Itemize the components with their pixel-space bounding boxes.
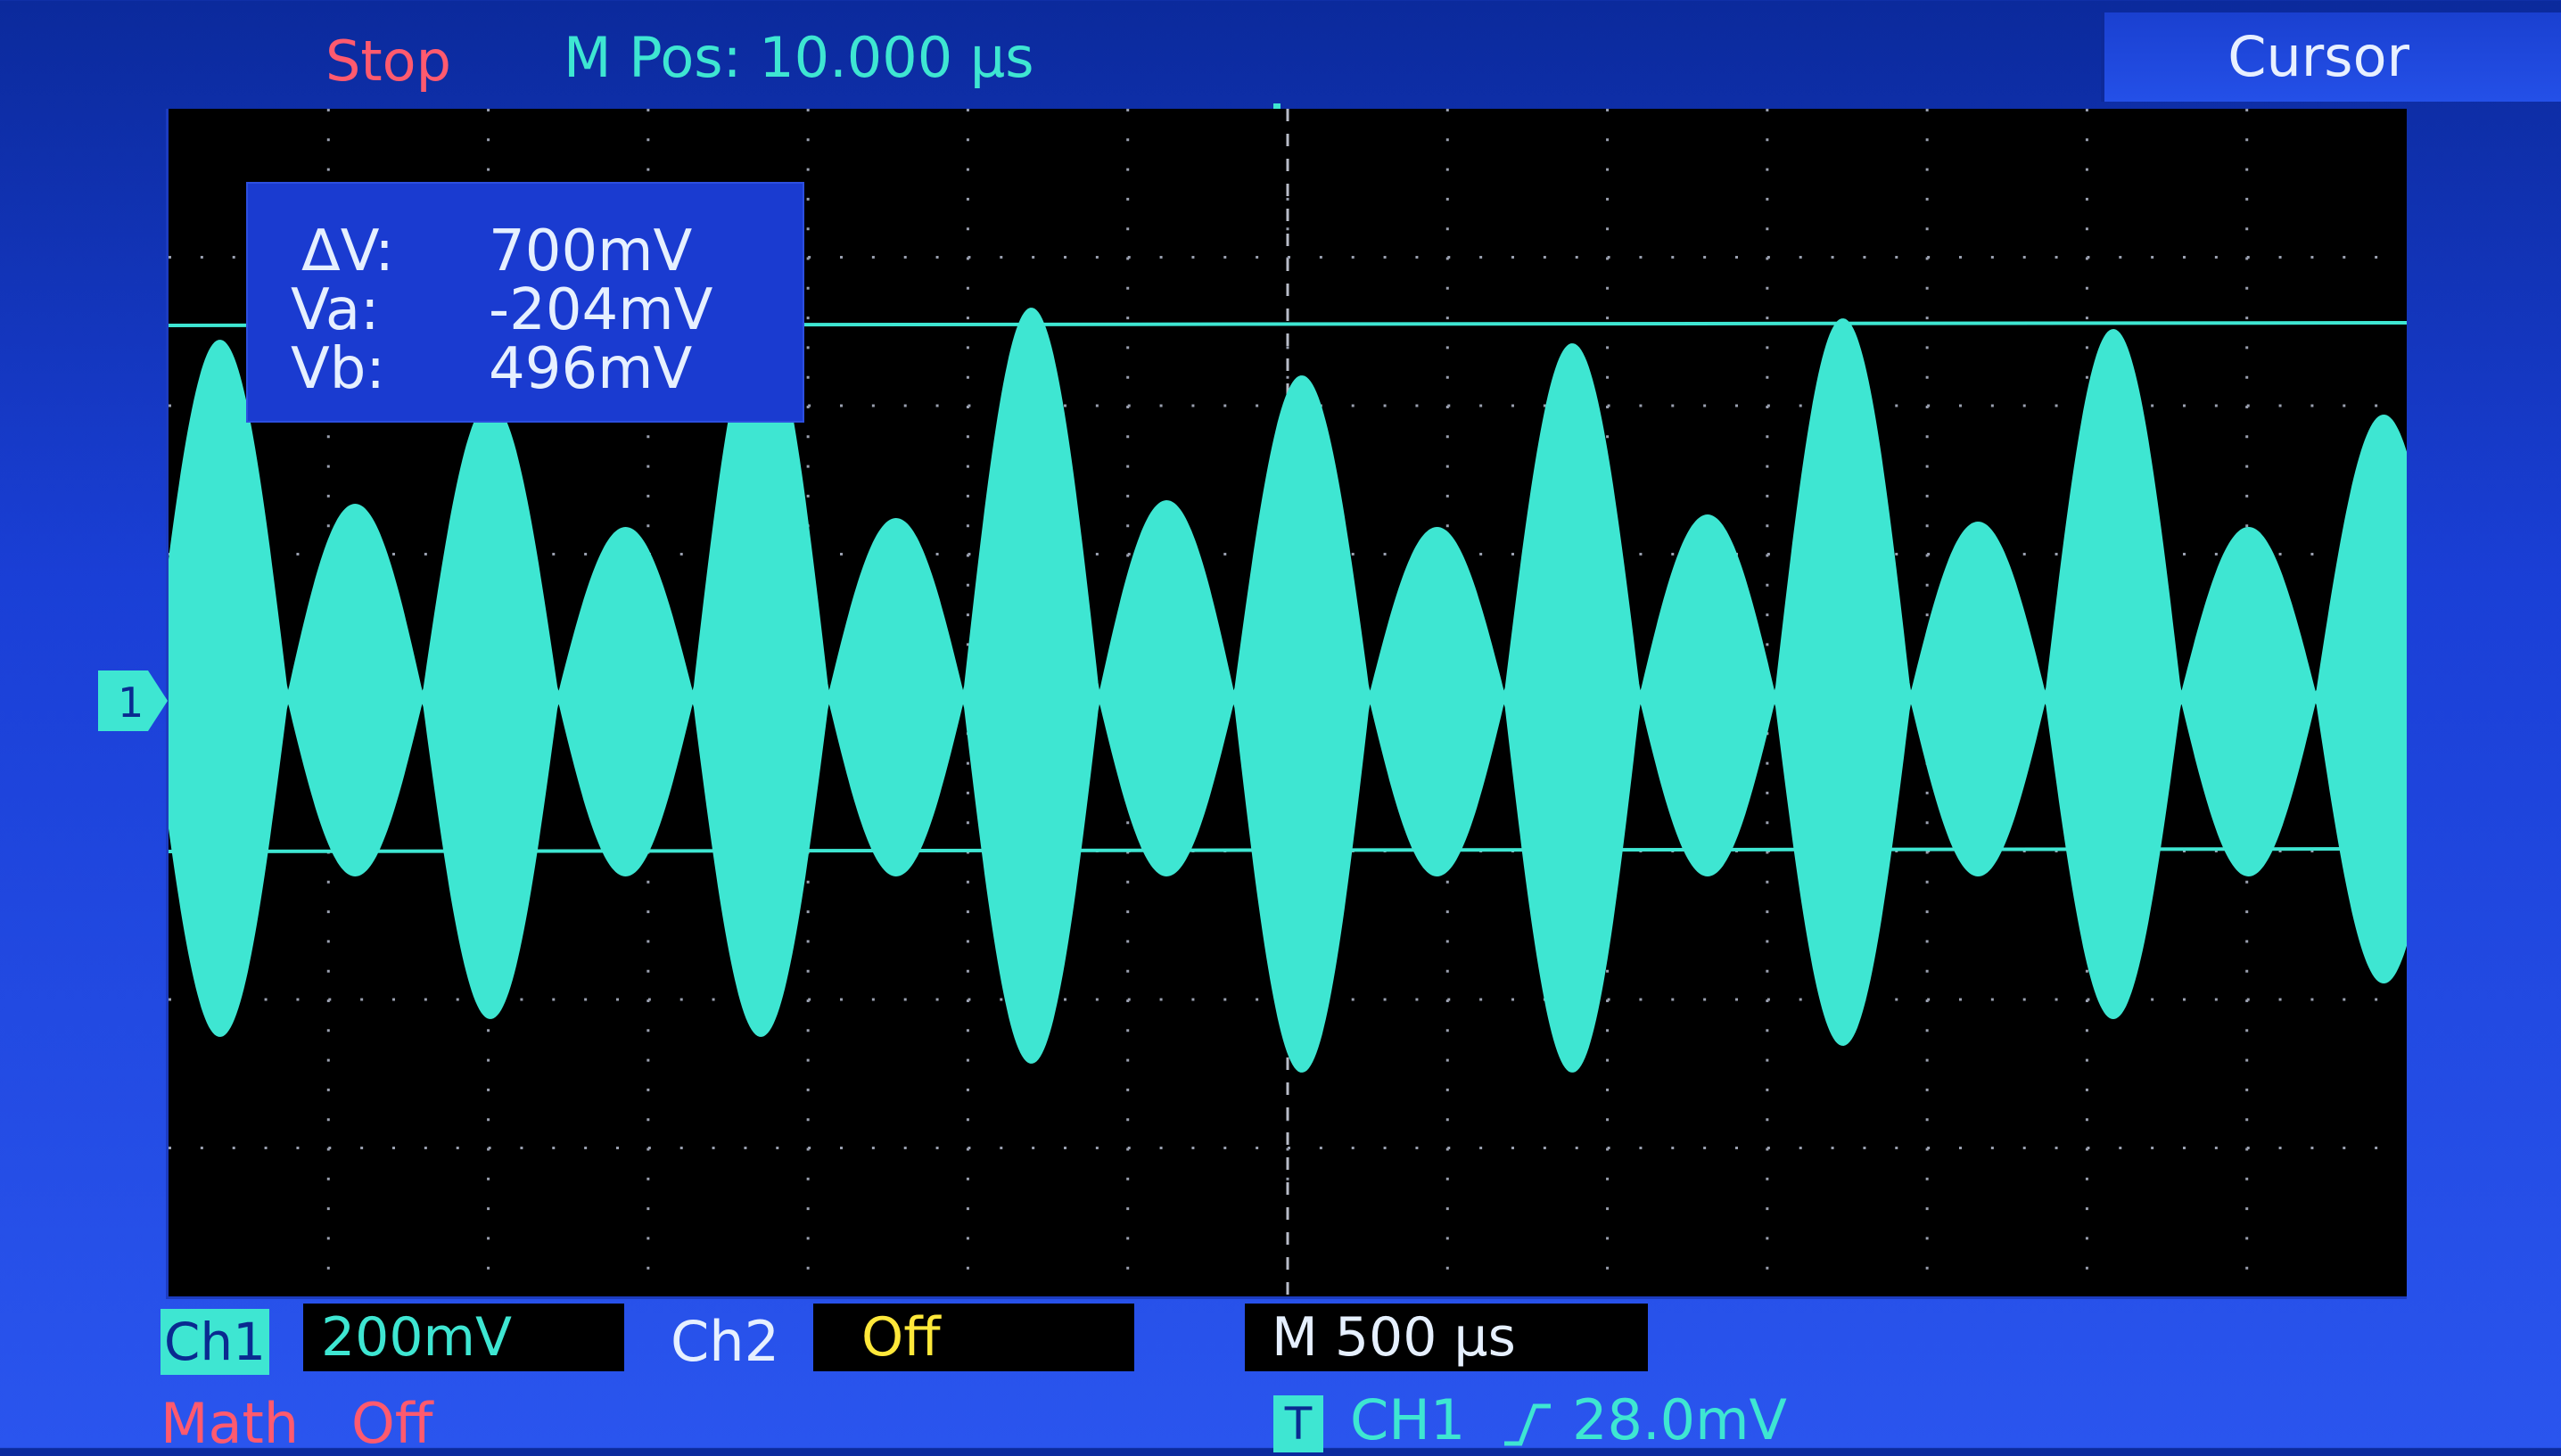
va-label: Va: — [291, 277, 380, 343]
trigger-icon: T — [1273, 1394, 1323, 1452]
ch1-scale: 200mV — [303, 1304, 624, 1371]
readout-row-delta: ΔV: 700mV — [248, 221, 803, 282]
ch2-label[interactable]: Ch2 — [671, 1309, 779, 1374]
menu-tab-cursor[interactable]: Cursor — [2101, 12, 2561, 102]
timebase: M 500 µs — [1245, 1304, 1648, 1371]
trigger-level: 28.0mV — [1572, 1387, 1787, 1452]
ch1-marker-label: 1 — [118, 679, 144, 727]
ch1-tag[interactable]: Ch1 — [161, 1309, 269, 1375]
readout-row-va: Va: -204mV — [248, 280, 803, 341]
trigger-source: CH1 — [1350, 1387, 1466, 1452]
ch2-scale: Off — [813, 1304, 1134, 1371]
vb-value: 496mV — [489, 336, 693, 402]
horizontal-position: M Pos: 10.000 µs — [564, 25, 1034, 90]
ch1-ground-marker[interactable]: 1 — [98, 670, 168, 731]
delta-v-value: 700mV — [489, 218, 693, 284]
vb-label: Vb: — [291, 336, 385, 402]
math-state: Off — [351, 1391, 433, 1456]
rising-edge-icon — [1504, 1403, 1552, 1446]
va-value: -204mV — [489, 277, 713, 343]
cursor-readout-panel: ΔV: 700mV Va: -204mV Vb: 496mV — [246, 182, 804, 423]
trigger-info: T CH1 28.0mV — [1273, 1387, 1787, 1452]
run-status: Stop — [325, 29, 451, 94]
readout-row-vb: Vb: 496mV — [248, 339, 803, 399]
top-status-bar: Stop M Pos: 10.000 µs Cursor — [0, 0, 2561, 107]
ch1-waveform-trace — [169, 308, 2407, 1073]
math-label[interactable]: Math — [161, 1391, 299, 1456]
delta-v-label: ΔV: — [301, 218, 394, 284]
